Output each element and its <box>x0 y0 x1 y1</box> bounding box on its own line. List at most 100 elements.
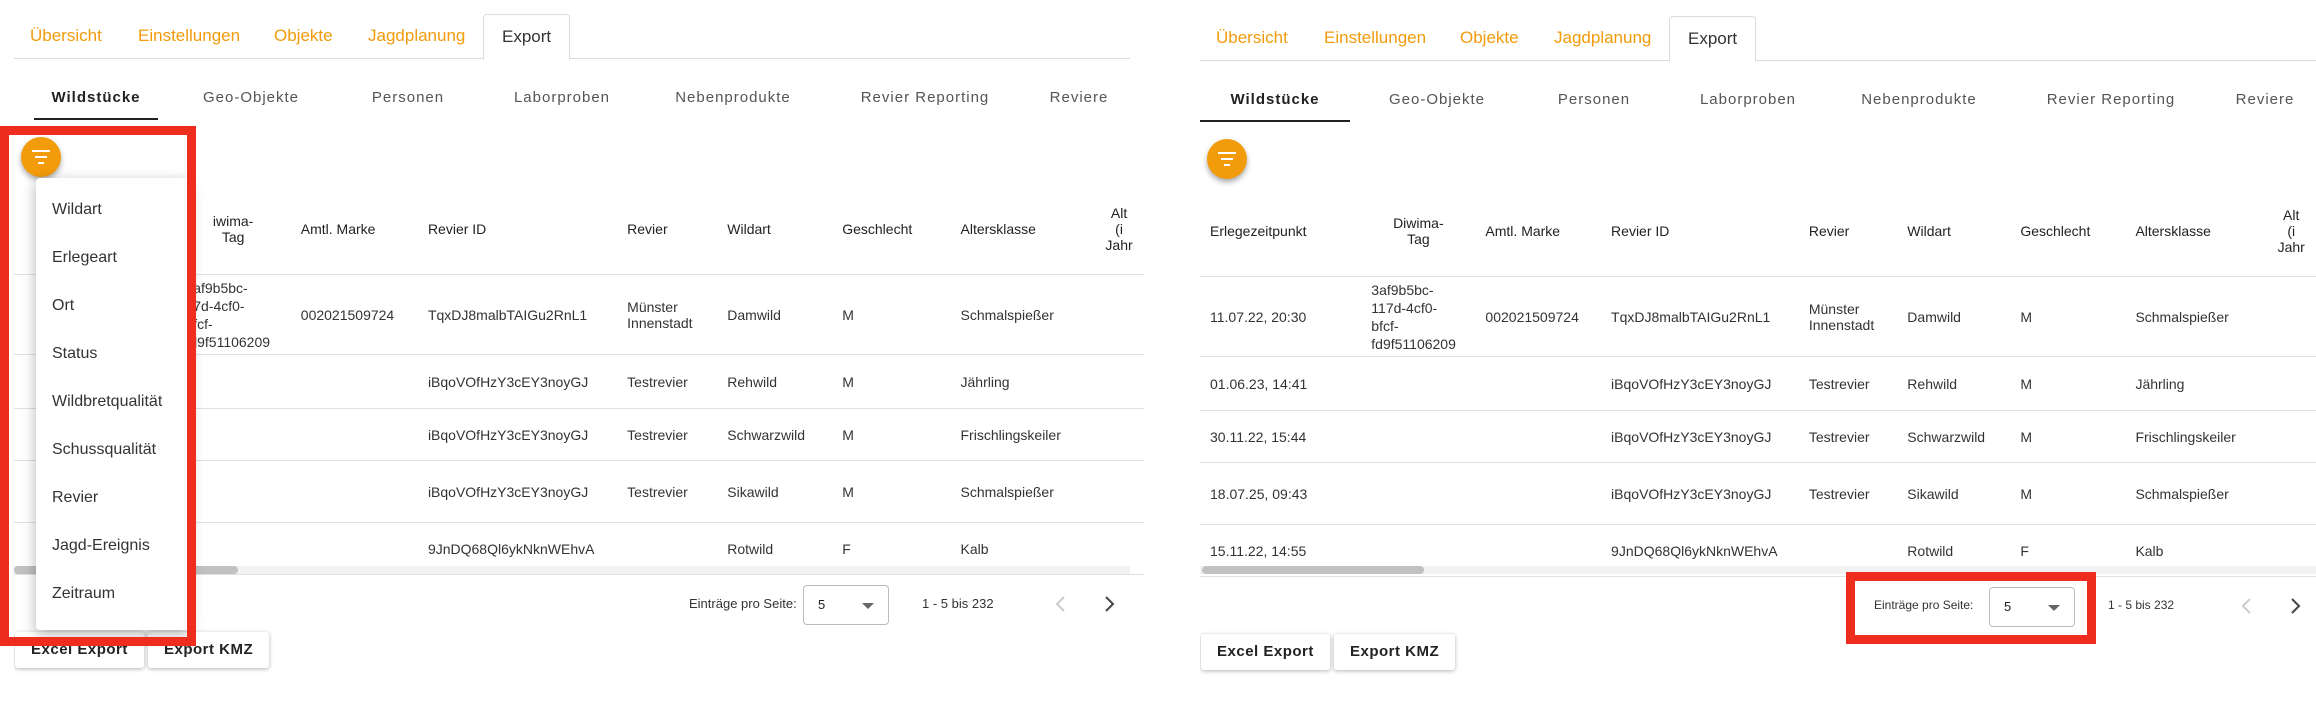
tab-export[interactable]: Export <box>483 14 571 60</box>
page-range: 1 - 5 bis 232 <box>922 596 994 611</box>
cell-altersklasse: Frischlingskeiler <box>950 408 1095 461</box>
cell-revier: Münster Innenstadt <box>617 274 718 355</box>
previous-page-icon[interactable] <box>2235 594 2259 618</box>
header-wildart[interactable]: Wildart <box>717 184 833 275</box>
cell-altersklasse: Schmalspießer <box>950 460 1095 523</box>
highlight-box-pagination <box>1846 572 2096 644</box>
header-alter[interactable]: Alt (i Jahr <box>1094 184 1144 275</box>
cell-wildart: Sikawild <box>717 460 833 523</box>
cell-revier-id: iBqoVOfHzY3cEY3noyGJ <box>417 460 618 523</box>
cell-revier: Testrevier <box>1798 410 1898 463</box>
header-revier[interactable]: Revier <box>617 184 718 275</box>
cell-geschlecht: M <box>832 354 951 409</box>
table-header-row: Erlegezeitpunkt Diwima- Tag Amtl. Marke … <box>1200 186 2316 277</box>
cell-wildart: Damwild <box>717 274 833 355</box>
tab-jagdplanung[interactable]: Jagdplanung <box>368 14 465 58</box>
cell-wildart: Schwarzwild <box>1897 410 2011 463</box>
cell-geschlecht: M <box>2010 276 2126 357</box>
cell-geschlecht: M <box>2010 410 2126 463</box>
header-geschlecht[interactable]: Geschlecht <box>2010 186 2126 277</box>
subtab-nebenprodukte[interactable]: Nebenprodukte <box>1844 78 1994 120</box>
tab-uebersicht[interactable]: Übersicht <box>30 14 102 58</box>
excel-export-button[interactable]: Excel Export <box>1201 634 1330 670</box>
header-geschlecht[interactable]: Geschlecht <box>832 184 951 275</box>
cell-wildart: Damwild <box>1897 276 2011 357</box>
cell-revier: Testrevier <box>1798 462 1898 525</box>
cell-wildart: Sikawild <box>1897 462 2011 525</box>
header-wildart[interactable]: Wildart <box>1897 186 2011 277</box>
header-erlegezeitpunkt[interactable]: Erlegezeitpunkt <box>1200 186 1362 277</box>
cell-geschlecht: M <box>2010 356 2126 411</box>
table-row[interactable]: 30.11.22, 15:44 iBqoVOfHzY3cEY3noyGJ Tes… <box>1200 410 2316 463</box>
page-range: 1 - 5 bis 232 <box>2108 598 2175 612</box>
subtab-laborproben[interactable]: Laborproben <box>1678 78 1818 120</box>
header-revier-id[interactable]: Revier ID <box>1601 186 1799 277</box>
header-amtl-marke[interactable]: Amtl. Marke <box>1475 186 1602 277</box>
cell-erlegezeitpunkt: 01.06.23, 14:41 <box>1200 356 1362 411</box>
scrollbar-thumb[interactable] <box>1202 566 1424 574</box>
page-size-label: Einträge pro Seite: <box>689 596 797 611</box>
page-size-select[interactable]: 5 <box>803 585 889 625</box>
tab-einstellungen[interactable]: Einstellungen <box>138 14 240 58</box>
tab-jagdplanung[interactable]: Jagdplanung <box>1554 16 1651 60</box>
header-amtl-marke[interactable]: Amtl. Marke <box>290 184 418 275</box>
cell-geschlecht: M <box>2010 462 2126 525</box>
subtab-revier-reporting[interactable]: Revier Reporting <box>840 76 1010 118</box>
header-altersklasse[interactable]: Altersklasse <box>950 184 1095 275</box>
tab-export[interactable]: Export <box>1669 16 1757 62</box>
tab-uebersicht[interactable]: Übersicht <box>1216 16 1288 60</box>
header-diwima-tag[interactable]: Diwima- Tag <box>1361 186 1476 277</box>
cell-erlegezeitpunkt: 11.07.22, 20:30 <box>1200 276 1362 357</box>
subtab-reviere[interactable]: Reviere <box>2220 78 2310 120</box>
cell-diwima: 3af9b5bc- 117d-4cf0- bfcf- fd9f51106209 <box>1361 276 1476 357</box>
tab-objekte[interactable]: Objekte <box>1460 16 1519 60</box>
cell-revier: Münster Innenstadt <box>1798 276 1898 357</box>
right-screenshot-panel: Übersicht Einstellungen Objekte Jagdplan… <box>1200 0 2316 728</box>
subtab-reviere[interactable]: Reviere <box>1034 76 1124 118</box>
highlight-box-filter-menu <box>0 126 196 646</box>
cell-revier-id: TqxDJ8malbTAIGu2RnL1 <box>417 274 618 355</box>
subtab-wildstuecke[interactable]: Wildstücke <box>34 76 158 120</box>
cell-revier-id: iBqoVOfHzY3cEY3noyGJ <box>417 354 618 409</box>
subtab-nebenprodukte[interactable]: Nebenprodukte <box>658 76 808 118</box>
subtab-geo-objekte[interactable]: Geo-Objekte <box>1374 78 1500 120</box>
previous-page-icon[interactable] <box>1049 592 1073 616</box>
cell-revier-id: iBqoVOfHzY3cEY3noyGJ <box>417 408 618 461</box>
cell-wildart: Rehwild <box>717 354 833 409</box>
cell-altersklasse: Jährling <box>950 354 1095 409</box>
cell-wildart: Rehwild <box>1897 356 2011 411</box>
cell-marke: 002021509724 <box>1475 276 1602 357</box>
cell-wildart: Schwarzwild <box>717 408 833 461</box>
filter-button[interactable] <box>1207 139 1247 179</box>
main-tabs: Übersicht Einstellungen Objekte Jagdplan… <box>1200 16 2316 62</box>
table-horizontal-scrollbar[interactable] <box>1200 566 2316 574</box>
cell-marke: 002021509724 <box>290 274 418 355</box>
cell-erlegezeitpunkt: 18.07.25, 09:43 <box>1200 462 1362 525</box>
cell-revier: Testrevier <box>617 408 718 461</box>
subtab-revier-reporting[interactable]: Revier Reporting <box>2026 78 2196 120</box>
cell-revier-id: TqxDJ8malbTAIGu2RnL1 <box>1601 276 1799 357</box>
cell-altersklasse: Jährling <box>2125 356 2267 411</box>
header-revier[interactable]: Revier <box>1798 186 1898 277</box>
table-row[interactable]: 11.07.22, 20:30 3af9b5bc- 117d-4cf0- bfc… <box>1200 276 2316 357</box>
next-page-icon[interactable] <box>2283 594 2307 618</box>
header-revier-id[interactable]: Revier ID <box>417 184 618 275</box>
table-row[interactable]: 01.06.23, 14:41 iBqoVOfHzY3cEY3noyGJ Tes… <box>1200 356 2316 411</box>
filter-icon <box>1218 152 1236 166</box>
subtab-personen[interactable]: Personen <box>1538 78 1650 120</box>
next-page-icon[interactable] <box>1097 592 1121 616</box>
header-altersklasse[interactable]: Altersklasse <box>2125 186 2267 277</box>
subtab-wildstuecke[interactable]: Wildstücke <box>1200 78 1350 122</box>
tab-einstellungen[interactable]: Einstellungen <box>1324 16 1426 60</box>
page-size-value: 5 <box>818 597 826 612</box>
header-alter[interactable]: Alt (i Jahr <box>2266 186 2316 277</box>
cell-altersklasse: Schmalspießer <box>2125 276 2267 357</box>
tab-objekte[interactable]: Objekte <box>274 14 333 58</box>
subtab-laborproben[interactable]: Laborproben <box>492 76 632 118</box>
table-row[interactable]: 18.07.25, 09:43 iBqoVOfHzY3cEY3noyGJ Tes… <box>1200 462 2316 525</box>
export-subtabs: Wildstücke Geo-Objekte Personen Laborpro… <box>1200 78 2316 122</box>
subtab-geo-objekte[interactable]: Geo-Objekte <box>188 76 314 118</box>
subtab-personen[interactable]: Personen <box>352 76 464 118</box>
export-kmz-button[interactable]: Export KMZ <box>1334 634 1456 670</box>
cell-geschlecht: M <box>832 274 951 355</box>
